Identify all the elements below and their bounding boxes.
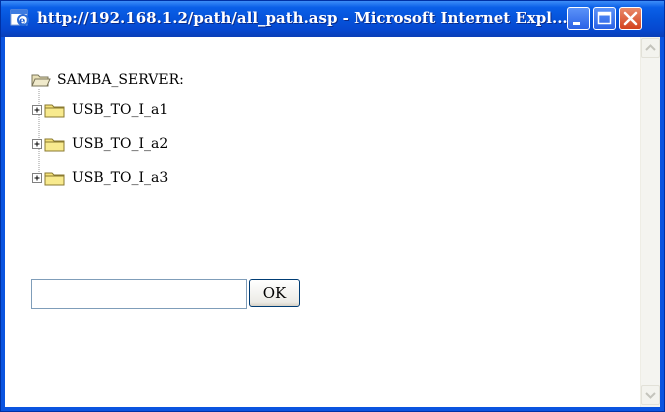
- svg-text:e: e: [19, 16, 25, 27]
- title-bar[interactable]: e http://192.168.1.2/path/all_path.asp -…: [1, 1, 664, 37]
- expand-plus-icon[interactable]: [31, 172, 43, 184]
- tree-item-label: USB_TO_I_a1: [72, 102, 169, 118]
- maximize-icon: [597, 11, 612, 25]
- tree-item-usb-to-i-a1[interactable]: USB_TO_I_a1: [31, 99, 168, 121]
- folder-icon: [44, 172, 65, 186]
- expand-plus-icon[interactable]: [31, 138, 43, 150]
- maximize-button[interactable]: [593, 7, 616, 30]
- minimize-icon: [573, 22, 580, 25]
- tree-root-label: SAMBA_SERVER:: [57, 72, 184, 88]
- folder-icon: [44, 138, 65, 152]
- chevron-down-icon: [645, 392, 656, 399]
- close-button[interactable]: [619, 7, 642, 30]
- window-title: http://192.168.1.2/path/all_path.asp - M…: [37, 9, 568, 27]
- tree-item-usb-to-i-a3[interactable]: USB_TO_I_a3: [31, 167, 168, 189]
- internet-explorer-icon: e: [9, 7, 31, 29]
- tree-item-label: USB_TO_I_a2: [72, 136, 169, 152]
- close-icon: [623, 11, 638, 26]
- tree-root-samba-server[interactable]: SAMBA_SERVER:: [31, 69, 184, 91]
- expand-plus-icon[interactable]: [31, 104, 43, 116]
- minimize-button[interactable]: [567, 7, 590, 30]
- tree-item-usb-to-i-a2[interactable]: USB_TO_I_a2: [31, 133, 168, 155]
- scroll-up-button[interactable]: [641, 38, 660, 58]
- scroll-down-button[interactable]: [641, 385, 660, 405]
- folder-icon: [44, 104, 65, 118]
- vertical-scrollbar[interactable]: [640, 37, 660, 407]
- tree-item-label: USB_TO_I_a3: [72, 170, 169, 186]
- browser-popup-window: e http://192.168.1.2/path/all_path.asp -…: [0, 0, 665, 412]
- chevron-up-icon: [645, 44, 656, 51]
- open-folder-icon: [31, 74, 51, 87]
- ok-button[interactable]: OK: [249, 279, 300, 307]
- path-input[interactable]: [31, 279, 247, 309]
- page-content: SAMBA_SERVER: USB_TO_I_a1 USB_TO_I_a2 US…: [5, 37, 660, 407]
